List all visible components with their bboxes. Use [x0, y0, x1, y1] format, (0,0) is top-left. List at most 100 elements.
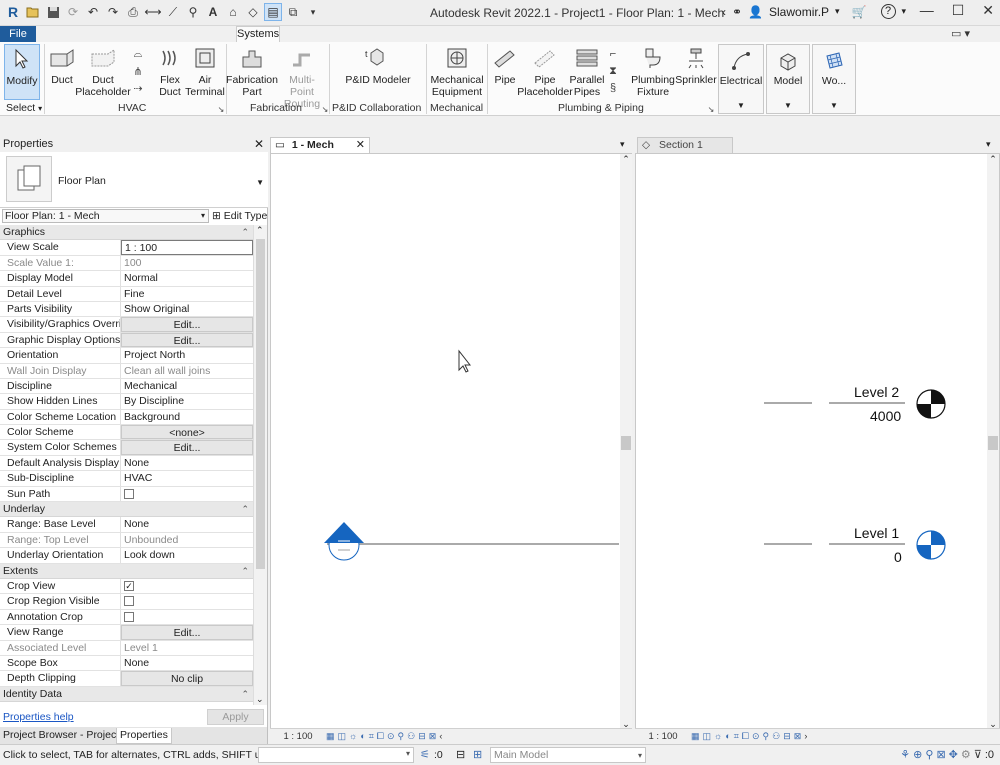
reveal-hidden-icon[interactable]: ⚇ [772, 731, 780, 742]
mechanical-equipment-button[interactable]: Mechanical Equipment [430, 44, 484, 98]
lock-view-icon[interactable]: ⊙ [387, 731, 395, 742]
fabrication-part-button[interactable]: Fabrication Part [226, 44, 278, 98]
scroll-thumb[interactable] [988, 436, 998, 450]
temporary-hide-icon[interactable]: ⚲ [763, 731, 770, 742]
section-identity-data[interactable]: Identity Data ⌃ [0, 686, 253, 703]
section-icon[interactable]: ◇ [244, 3, 262, 21]
chevron-left-icon[interactable]: ‹ [722, 5, 726, 19]
filter-icon[interactable]: ⊞ [473, 748, 482, 761]
select-links-icon[interactable]: ⚘ [900, 748, 910, 761]
level-2-name[interactable]: Level 2 [854, 384, 899, 400]
model-dropdown[interactable]: Model ▼ [766, 44, 810, 114]
chevron-left-icon[interactable]: ‹ [439, 731, 442, 742]
minimize-icon[interactable]: — [920, 2, 934, 19]
section-graphics[interactable]: Graphics ⌃ [0, 225, 253, 241]
scroll-thumb[interactable] [256, 239, 265, 569]
multi-point-routing-button[interactable]: Multi-Point Routing [278, 44, 326, 110]
select-pinned-icon[interactable]: ⚲ [925, 748, 933, 761]
color-scheme-button[interactable]: <none> [121, 425, 253, 440]
duct-placeholder-button[interactable]: Duct Placeholder [75, 44, 131, 98]
section-extents[interactable]: Extents ⌃ [0, 563, 253, 579]
analytical-model-icon[interactable]: ⊠ [429, 731, 437, 742]
shadows-icon[interactable]: ◐ [725, 731, 730, 742]
duct-fitting-icon[interactable]: ⌓ [131, 47, 145, 61]
pid-modeler-button[interactable]: t P&ID Modeler [340, 44, 416, 86]
graphic-display-edit-button[interactable]: Edit... [121, 332, 253, 348]
reveal-hidden-icon[interactable]: ⚇ [407, 731, 415, 742]
help-icon[interactable]: ? [880, 4, 896, 19]
print-icon[interactable]: ⎙ [124, 3, 142, 21]
pipe-placeholder-button[interactable]: Pipe Placeholder [517, 44, 573, 98]
property-value[interactable]: Project North [121, 348, 253, 362]
type-selector[interactable]: Floor Plan ▼ [0, 152, 268, 208]
scroll-down-icon[interactable]: ⌄ [256, 694, 264, 705]
undo-icon[interactable]: ↶ [84, 3, 102, 21]
filter-funnel-icon[interactable]: ⊽ [974, 748, 982, 761]
cart-icon[interactable]: 🛒 [852, 5, 867, 19]
view-menu-icon[interactable]: ▾ [986, 139, 991, 150]
visual-style-icon[interactable]: ◫ [338, 731, 347, 742]
chevron-down-icon[interactable]: ▾ [835, 6, 840, 17]
text-icon[interactable]: A [204, 3, 222, 21]
shadows-icon[interactable]: ◐ [360, 731, 365, 742]
crop-icon[interactable]: ⌗ [734, 731, 739, 742]
chevron-down-icon[interactable]: ▼ [256, 178, 264, 187]
crop-region-icon[interactable]: ⧠ [377, 731, 384, 742]
sprinkler-button[interactable]: Sprinkler [675, 44, 717, 86]
view-menu-icon[interactable]: ▾ [620, 139, 625, 150]
measure-icon[interactable]: ⟷ [144, 3, 162, 21]
background-process-icon[interactable]: ⚙ [961, 748, 971, 761]
design-options-icon[interactable]: ⊟ [456, 748, 465, 761]
floor-plan-view[interactable]: ⌃ ⌄ [270, 153, 632, 730]
pipe-accessory-icon[interactable]: ⧗ [606, 64, 620, 78]
electrical-dropdown[interactable]: Electrical ▼ [718, 44, 764, 114]
select-by-face-icon[interactable]: ⊠ [936, 748, 945, 761]
system-color-edit-button[interactable]: Edit... [121, 440, 253, 455]
save-icon[interactable] [44, 3, 62, 21]
apply-button[interactable]: Apply [207, 709, 264, 725]
ribbon-options-icon[interactable]: ▭ ▾ [951, 27, 970, 40]
work-plane-dropdown[interactable]: Wo... ▼ [812, 44, 856, 114]
user-icon[interactable]: 👤 [748, 5, 763, 19]
worksharing-icon[interactable]: ⊟ [783, 731, 791, 742]
drag-on-selection-icon[interactable]: ✥ [949, 748, 958, 761]
close-icon[interactable]: ✕ [254, 137, 264, 152]
sun-path-icon[interactable]: ☼ [349, 731, 357, 742]
tag-icon[interactable]: ⚲ [184, 3, 202, 21]
crop-view-checkbox[interactable]: ✓ [124, 580, 134, 591]
close-icon[interactable]: ✕ [356, 138, 365, 153]
dimension-icon[interactable]: ⟋ [164, 3, 182, 21]
level-2-elevation[interactable]: 4000 [870, 408, 901, 424]
edit-type-button[interactable]: ⊞ Edit Type [212, 210, 267, 222]
panel-launcher-icon[interactable]: ↘ [704, 102, 718, 116]
property-value[interactable]: Fine [121, 287, 253, 301]
view-range-edit-button[interactable]: Edit... [121, 625, 253, 640]
property-value[interactable]: Look down [121, 548, 253, 562]
select-underlay-icon[interactable]: ⊕ [913, 748, 922, 761]
view-scrollbar[interactable]: ⌃ ⌄ [620, 154, 632, 730]
sun-path-icon[interactable]: ☼ [714, 731, 722, 742]
design-option-select[interactable]: Main Model ▾ [490, 747, 646, 763]
duct-button[interactable]: Duct [48, 44, 76, 86]
property-value[interactable]: Show Original [121, 302, 253, 316]
sun-path-checkbox[interactable] [124, 488, 134, 499]
vg-edit-button[interactable]: Edit... [121, 317, 253, 332]
modify-button[interactable]: Modify [4, 44, 40, 100]
pipe-fitting-icon[interactable]: ⌐ [606, 47, 620, 61]
crop-region-checkbox[interactable] [124, 596, 134, 607]
binoculars-icon[interactable]: ⚭ [732, 5, 742, 19]
flex-duct-button[interactable]: Flex Duct [155, 44, 185, 98]
3d-view-icon[interactable]: ⌂ [224, 3, 242, 21]
redo-icon[interactable]: ↷ [104, 3, 122, 21]
property-value[interactable]: HVAC [121, 471, 253, 485]
parallel-pipes-button[interactable]: Parallel Pipes [569, 44, 605, 98]
property-value[interactable]: Background [121, 410, 253, 424]
tab-project-browser[interactable]: Project Browser - Project1 [0, 728, 128, 744]
sync-icon[interactable]: ⟳ [64, 3, 82, 21]
view-scale-input[interactable]: 1 : 100 [121, 240, 253, 255]
property-value[interactable]: Normal [121, 271, 253, 285]
switch-windows-icon[interactable]: ⧉ [284, 3, 302, 21]
view-scale[interactable]: 1 : 100 [635, 731, 691, 742]
air-terminal-button[interactable]: Air Terminal [185, 44, 225, 98]
scroll-thumb[interactable] [621, 436, 631, 450]
